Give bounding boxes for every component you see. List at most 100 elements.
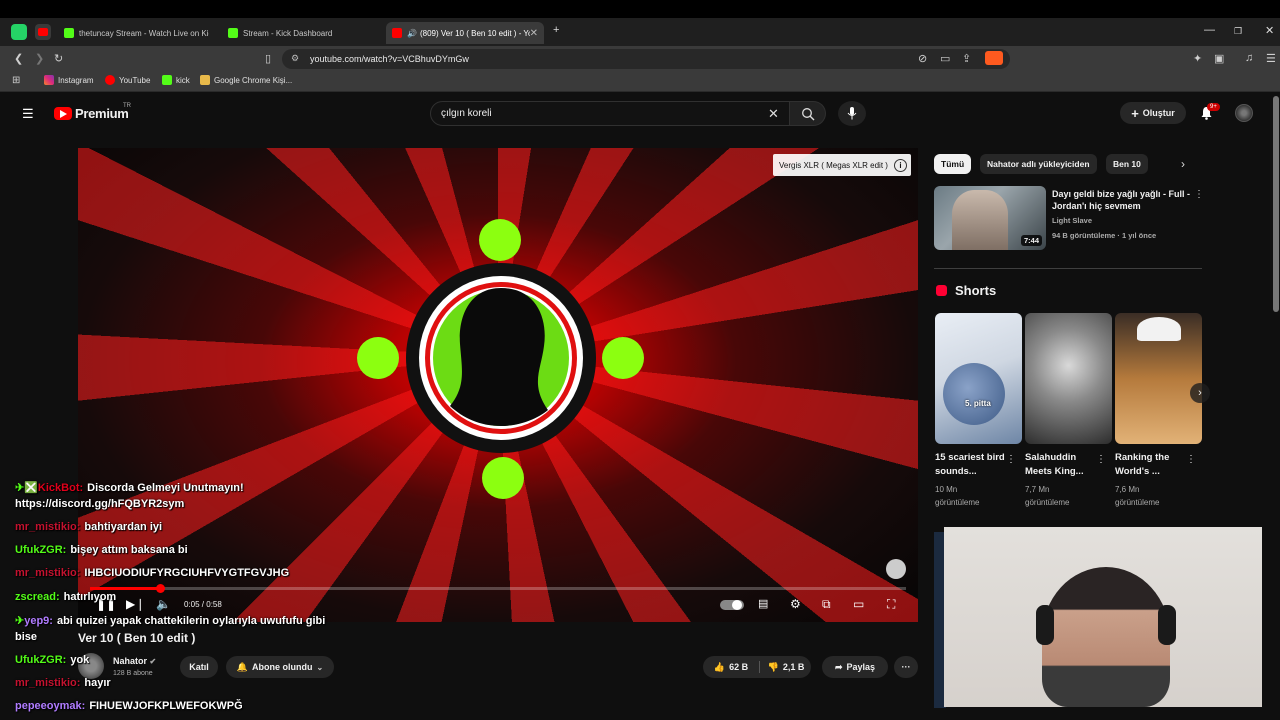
like-button[interactable]: 👍 62 B: [703, 656, 759, 678]
related-video-meta: 94 B görüntüleme · 1 yıl önce: [1052, 231, 1157, 240]
more-actions-button[interactable]: ···: [894, 656, 918, 678]
chip-ben10[interactable]: Ben 10: [1106, 154, 1148, 174]
chip-label: Ben 10: [1113, 159, 1141, 169]
chat-text: bise: [15, 631, 38, 643]
info-icon[interactable]: i: [893, 158, 907, 172]
plus-icon: +: [1131, 105, 1139, 121]
more-options-icon[interactable]: ⋮: [1194, 189, 1204, 200]
page-scrollbar[interactable]: [1273, 96, 1279, 312]
create-button[interactable]: + Oluştur: [1120, 102, 1186, 124]
clear-search-icon[interactable]: ✕: [768, 106, 779, 122]
view-count: 7,7 Mn: [1025, 485, 1050, 494]
watermark-avatar-icon[interactable]: [886, 559, 906, 579]
tab-youtube-video[interactable]: 🔊 (809) Ver 10 ( Ben 10 edit ) - YouTube…: [386, 22, 544, 44]
chat-message: ✈yep9: abi quizei yapak chattekilerin oyl…: [15, 614, 325, 627]
dislike-count: 2,1 B: [782, 662, 805, 672]
no-tracking-icon[interactable]: ⊘: [918, 52, 927, 65]
fullscreen-icon[interactable]: ⛶: [887, 597, 895, 612]
forward-icon[interactable]: ❯: [35, 52, 44, 65]
chevron-down-icon: ⌄: [316, 662, 324, 672]
chips-next-icon[interactable]: ›: [1181, 157, 1185, 171]
microphone-icon: [847, 107, 857, 120]
more-options-icon[interactable]: ⋮: [1186, 454, 1196, 465]
more-options-icon[interactable]: ⋮: [1096, 454, 1106, 465]
chat-message: https://discord.gg/hFQBYR2sym: [15, 498, 184, 510]
chat-message: bise: [15, 631, 37, 643]
chip-from-uploader[interactable]: Nahator adlı yükleyiciden: [980, 154, 1097, 174]
volume-icon[interactable]: 🔈: [156, 597, 171, 611]
chip-all[interactable]: Tümü: [934, 154, 972, 174]
media-icon[interactable]: ♫: [1245, 52, 1253, 64]
related-video-info[interactable]: Dayı geldi bize yağlı yağlı - Full - Jor…: [1052, 188, 1192, 242]
chat-text: bişey attım baksana bi: [70, 544, 188, 556]
chat-text: IHBCIUODIUFYRGCIUHFVYGTFGVJHG: [84, 567, 290, 579]
chat-text: yok: [70, 654, 90, 666]
tab-kick-watch[interactable]: thetuncay Stream - Watch Live on Kick: [58, 22, 218, 44]
bookmark-instagram[interactable]: Instagram: [44, 75, 94, 85]
brave-shield-icon[interactable]: [985, 51, 1003, 65]
youtube-pinned-tab-icon[interactable]: [35, 24, 51, 40]
bookmark-kick[interactable]: kick: [162, 75, 190, 85]
hamburger-menu-icon[interactable]: ☰: [22, 106, 34, 122]
whatsapp-pinned-tab-icon[interactable]: [11, 24, 27, 40]
short-title[interactable]: Ranking the World's ...: [1115, 451, 1187, 479]
menu-icon[interactable]: ☰: [1266, 52, 1276, 65]
settings-gear-icon[interactable]: ⚙: [790, 597, 801, 611]
thumbs-down-icon: 👎: [767, 661, 779, 672]
voice-search-button[interactable]: [838, 101, 866, 126]
autoplay-toggle[interactable]: [720, 600, 744, 610]
restore-icon[interactable]: ❐: [1234, 26, 1242, 37]
info-card[interactable]: Vergis XLR ( Megas XLR edit ) i: [773, 154, 911, 176]
tab-kick-dashboard[interactable]: Stream - Kick Dashboard: [222, 22, 382, 44]
subscribed-button[interactable]: 🔔 Abone olundu ⌄: [226, 656, 334, 678]
related-video-thumbnail[interactable]: 7:44: [934, 186, 1046, 250]
short-title[interactable]: 15 scariest bird sounds...: [935, 451, 1007, 479]
share-button[interactable]: ➦ Paylaş: [822, 656, 888, 678]
channel-name[interactable]: Nahator ✔: [113, 656, 156, 666]
new-tab-icon[interactable]: +: [553, 24, 559, 36]
minimize-icon[interactable]: —: [1204, 24, 1215, 36]
chat-username: mr_mistikio:: [15, 677, 81, 689]
create-label: Oluştur: [1142, 108, 1175, 118]
close-window-icon[interactable]: ✕: [1265, 24, 1274, 37]
shorts-next-icon[interactable]: ›: [1190, 383, 1210, 403]
search-input[interactable]: çılgın koreli ✕: [430, 101, 790, 126]
video-player[interactable]: [78, 148, 918, 622]
bookmark-youtube[interactable]: YouTube: [105, 75, 150, 85]
search-button[interactable]: [790, 101, 826, 126]
cast-icon[interactable]: ▭: [940, 52, 950, 65]
reload-icon[interactable]: ↻: [54, 52, 63, 65]
share-icon[interactable]: ⇪: [962, 52, 971, 65]
close-tab-icon[interactable]: ✕: [530, 28, 538, 39]
subtitles-icon[interactable]: ▤: [758, 597, 768, 610]
short-card-3[interactable]: [1115, 313, 1202, 444]
chip-label: Tümü: [941, 159, 965, 169]
progress-bar[interactable]: [90, 587, 906, 590]
chat-username: mr_mistikio:: [15, 567, 81, 579]
join-button[interactable]: Katıl: [180, 656, 218, 678]
premium-logo-text[interactable]: Premium: [75, 106, 129, 121]
site-info-icon[interactable]: ⚙: [291, 53, 299, 64]
wallet-icon[interactable]: ▣: [1214, 52, 1224, 65]
short-card-2[interactable]: [1025, 313, 1112, 444]
apps-icon[interactable]: ⊞: [12, 75, 20, 86]
short-card-1[interactable]: 5. pitta: [935, 313, 1022, 444]
chat-text: bahtiyardan iyi: [84, 521, 163, 533]
back-icon[interactable]: ❮: [14, 52, 23, 65]
next-icon[interactable]: ▶❘: [126, 597, 145, 611]
kick-icon: [162, 75, 172, 85]
theater-mode-icon[interactable]: ▭: [853, 597, 864, 611]
short-title[interactable]: Salahuddin Meets King...: [1025, 451, 1097, 479]
youtube-icon: [392, 28, 402, 38]
short-views: 7,7 Mn görüntüleme: [1025, 483, 1069, 509]
dislike-button[interactable]: 👎 2,1 B: [760, 656, 812, 678]
miniplayer-icon[interactable]: ⧉: [822, 597, 831, 612]
bookmark-label: Instagram: [58, 75, 94, 85]
account-avatar[interactable]: [1235, 104, 1253, 122]
more-options-icon[interactable]: ⋮: [1006, 454, 1016, 465]
chat-username: yep9:: [24, 615, 53, 627]
address-bar[interactable]: ⚙ youtube.com/watch?v=VCBhuvDYmGw: [282, 49, 1010, 69]
bookmark-icon[interactable]: ▯: [265, 52, 271, 65]
extensions-icon[interactable]: ✦: [1193, 52, 1202, 65]
bookmark-folder[interactable]: Google Chrome Kişi...: [200, 75, 292, 85]
